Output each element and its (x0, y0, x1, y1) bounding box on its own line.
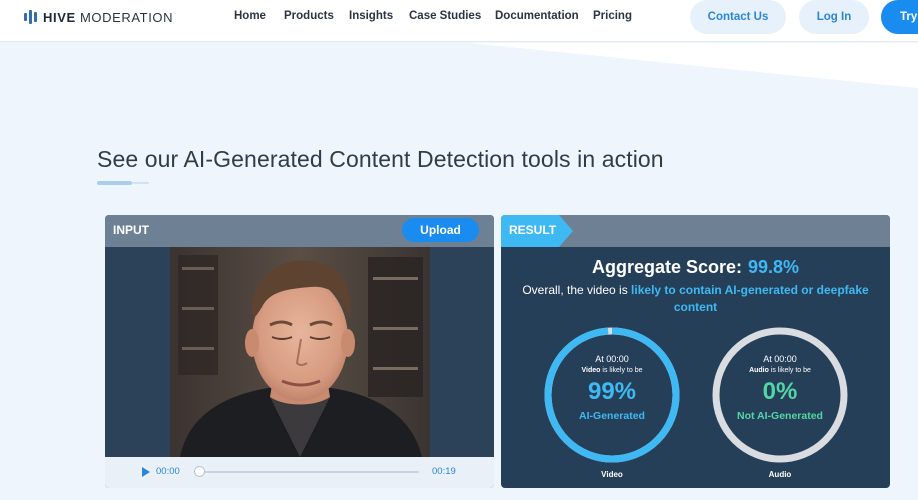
nav-case-studies[interactable]: Case Studies (409, 10, 481, 22)
result-label: RESULT (509, 223, 557, 237)
hive-logo[interactable]: HIVE MODERATION (24, 9, 174, 25)
seek-bar[interactable] (198, 471, 419, 473)
input-panel: INPUT Upload 00:00 00:19 (105, 215, 494, 488)
input-label: INPUT (113, 223, 149, 237)
video-gauge-likely: Video is likely to be (581, 367, 643, 374)
nav-insights[interactable]: Insights (349, 10, 393, 22)
try-button[interactable]: Try (881, 0, 918, 34)
audio-gauge-time: At 00:00 (763, 354, 797, 364)
video-gauge: At 00:00 Video is likely to be 99% AI-Ge… (543, 326, 681, 464)
summary-prefix: Overall, the video is (522, 283, 628, 297)
nav-pricing[interactable]: Pricing (593, 10, 632, 22)
site-header: HIVE MODERATION Home Products Insights C… (0, 0, 918, 42)
audio-gauge-likely: Audio is likely to be (749, 367, 811, 374)
audio-gauge-caption: Audio (768, 470, 792, 479)
logo-bars-icon (24, 10, 37, 24)
video-gauge-percent: 99% (587, 378, 637, 405)
video-gauge-time: At 00:00 (595, 354, 629, 364)
player-controls: 00:00 00:19 (105, 457, 494, 488)
result-panel: RESULT Aggregate Score: 99.8% Overall, th… (501, 215, 890, 488)
video-frame[interactable] (170, 247, 430, 457)
audio-gauge: At 00:00 Audio is likely to be 0% Not AI… (711, 326, 849, 464)
title-underline (97, 181, 149, 185)
nav-home[interactable]: Home (234, 10, 266, 22)
aggregate-score-label: Aggregate Score: (591, 257, 742, 277)
logo-text-rest: MODERATION (79, 9, 174, 25)
total-time: 00:19 (432, 466, 456, 477)
video-player[interactable] (105, 247, 494, 457)
summary-highlight: likely to contain AI-generated or deepfa… (631, 283, 869, 314)
current-time: 00:00 (156, 466, 180, 477)
logo-text-bold: HIVE (43, 9, 76, 25)
contact-us-button[interactable]: Contact Us (690, 0, 786, 34)
play-icon[interactable] (141, 466, 151, 478)
audio-gauge-verdict: Not AI-Generated (737, 410, 823, 422)
aggregate-score-value: 99.8% (748, 257, 800, 277)
video-gauge-caption: Video (601, 470, 623, 479)
log-in-button[interactable]: Log In (799, 0, 869, 34)
nav-products[interactable]: Products (284, 10, 334, 22)
result-summary: Overall, the video is likely to contain … (511, 282, 880, 316)
result-panel-header: RESULT (501, 215, 890, 247)
video-thumbnail (170, 247, 430, 457)
nav-documentation[interactable]: Documentation (495, 10, 579, 22)
section-title: See our AI-Generated Content Detection t… (97, 146, 664, 172)
upload-button[interactable]: Upload (402, 218, 479, 242)
background-wedge (470, 43, 918, 88)
input-panel-header: INPUT Upload (105, 215, 494, 247)
aggregate-score-line: Aggregate Score: 99.8% (501, 257, 890, 278)
video-gauge-verdict: AI-Generated (579, 410, 645, 422)
seek-handle[interactable] (194, 466, 205, 477)
audio-gauge-percent: 0% (762, 378, 798, 405)
